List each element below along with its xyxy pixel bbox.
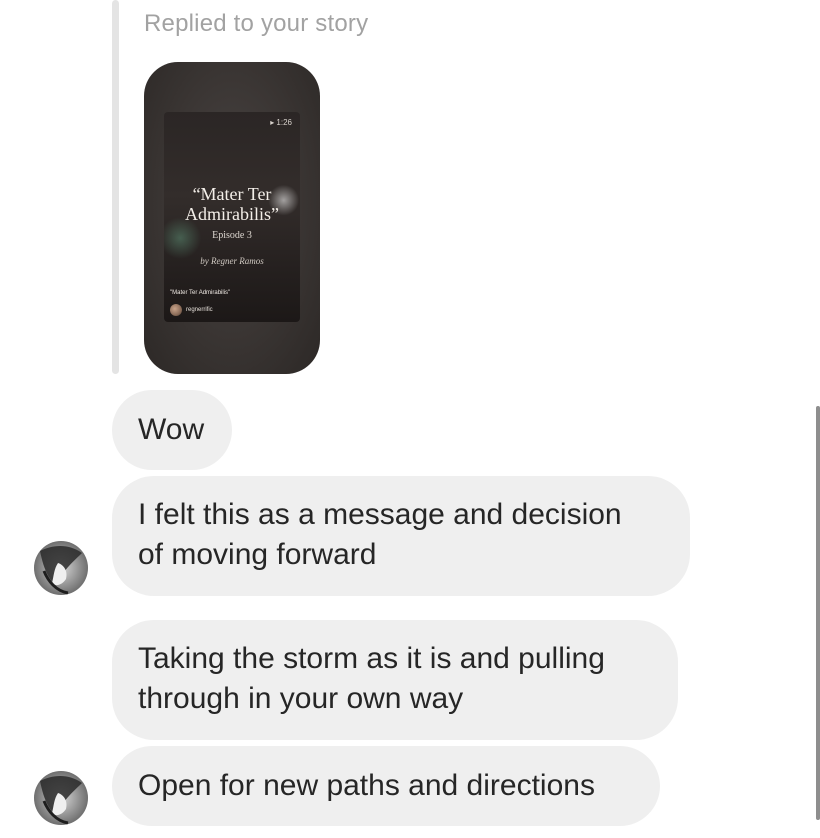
dm-thread: Replied to your story ▸ 1:26 “Mater Ter … bbox=[0, 0, 820, 838]
message-line: Taking the storm as it is and pulling bbox=[138, 642, 605, 675]
story-preview[interactable]: ▸ 1:26 “Mater Ter Admirabilis” Episode 3… bbox=[144, 62, 320, 374]
message-line: through in your own way bbox=[138, 682, 464, 715]
message-bubble[interactable]: Wow bbox=[112, 390, 232, 470]
message-line: of moving forward bbox=[138, 538, 377, 571]
story-user: regnerrific bbox=[170, 304, 213, 316]
message-bubble[interactable]: I felt this as a message and decision of… bbox=[112, 476, 690, 596]
reply-indicator-bar bbox=[112, 0, 119, 374]
story-author: by Regner Ramos bbox=[200, 256, 264, 266]
message-text: Wow bbox=[138, 413, 205, 446]
avatar-image bbox=[34, 541, 88, 595]
avatar-image bbox=[34, 771, 88, 825]
message-text: Open for new paths and directions bbox=[138, 769, 595, 802]
scrollbar[interactable] bbox=[816, 406, 820, 820]
message-bubble[interactable]: Open for new paths and directions bbox=[112, 746, 660, 826]
story-user-avatar bbox=[170, 304, 182, 316]
story-caption: "Mater Ter Admirabilis" bbox=[170, 290, 231, 296]
story-episode: Episode 3 bbox=[212, 230, 252, 241]
message-line: I felt this as a message and decision bbox=[138, 498, 622, 531]
story-title-line1: “Mater Ter bbox=[192, 184, 272, 204]
story-frame: ▸ 1:26 “Mater Ter Admirabilis” Episode 3… bbox=[164, 112, 300, 322]
sender-avatar[interactable] bbox=[34, 541, 88, 595]
story-username: regnerrific bbox=[186, 307, 213, 313]
story-title: “Mater Ter Admirabilis” bbox=[164, 184, 300, 224]
reply-label: Replied to your story bbox=[144, 10, 369, 37]
story-duration: ▸ 1:26 bbox=[270, 118, 292, 127]
sender-avatar[interactable] bbox=[34, 771, 88, 825]
message-bubble[interactable]: Taking the storm as it is and pulling th… bbox=[112, 620, 678, 740]
story-title-line2: Admirabilis” bbox=[185, 204, 279, 224]
